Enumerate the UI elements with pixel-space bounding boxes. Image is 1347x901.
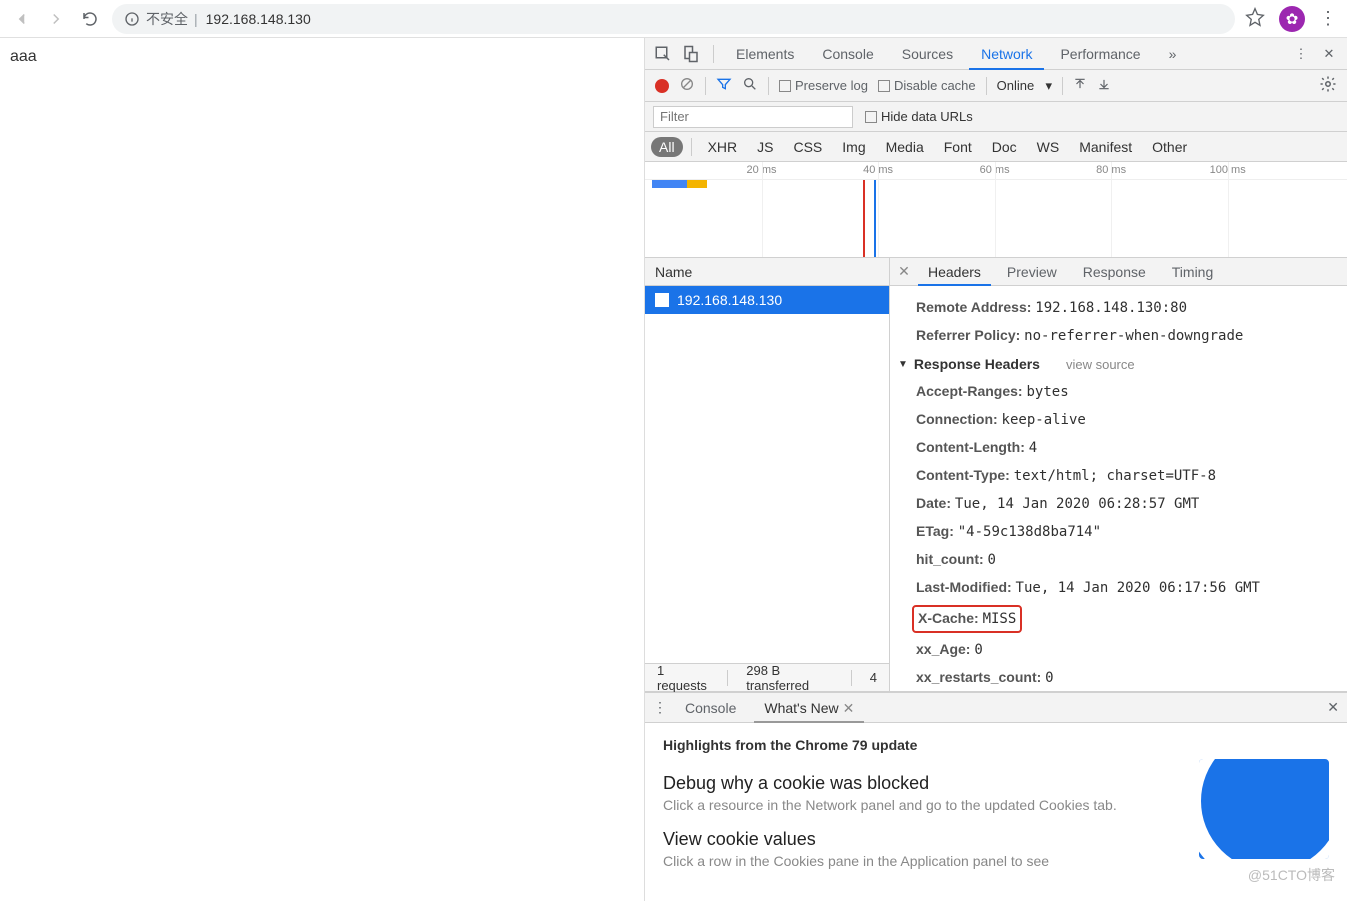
info-icon: [124, 11, 140, 27]
response-header-row: xx_restarts_count: 0: [898, 664, 1337, 691]
request-list: Name 192.168.148.130 1 requests 298 B tr…: [645, 258, 890, 691]
general-referrer-policy: Referrer Policy: no-referrer-when-downgr…: [898, 322, 1337, 350]
tab-sources[interactable]: Sources: [890, 38, 965, 70]
clear-button[interactable]: [679, 76, 695, 95]
feature-title: Debug why a cookie was blocked: [663, 773, 1179, 794]
whatsnew-heading: Highlights from the Chrome 79 update: [663, 737, 1329, 753]
devtools-menu-icon[interactable]: ⋮: [1289, 42, 1313, 66]
request-detail-pane: ✕ Headers Preview Response Timing Remote…: [890, 258, 1347, 691]
page-body: aaa: [0, 38, 645, 901]
back-button[interactable]: [10, 7, 34, 31]
devtools-drawer: ⋮ Console What's New✕ ✕ Highlights from …: [645, 692, 1347, 901]
feature-subtitle: Click a row in the Cookies pane in the A…: [663, 852, 1179, 871]
detail-tab-preview[interactable]: Preview: [997, 258, 1067, 286]
response-header-row: Accept-Ranges: bytes: [898, 378, 1337, 406]
response-header-row: Content-Length: 4: [898, 434, 1337, 462]
response-header-row: Content-Type: text/html; charset=UTF-8: [898, 462, 1337, 490]
feature-subtitle: Click a resource in the Network panel an…: [663, 796, 1179, 815]
tab-performance[interactable]: Performance: [1048, 38, 1152, 70]
type-filter-bar: All XHR JS CSS Img Media Font Doc WS Man…: [645, 132, 1347, 162]
download-har-icon[interactable]: [1097, 77, 1111, 94]
filter-xhr[interactable]: XHR: [700, 137, 746, 157]
preserve-log-checkbox[interactable]: Preserve log: [779, 78, 868, 93]
inspect-element-icon[interactable]: [651, 42, 675, 66]
filter-js[interactable]: JS: [749, 137, 781, 157]
detail-tab-headers[interactable]: Headers: [918, 258, 991, 286]
tab-elements[interactable]: Elements: [724, 38, 806, 70]
disable-cache-checkbox[interactable]: Disable cache: [878, 78, 976, 93]
response-headers-section[interactable]: ▼ Response Headers view source: [898, 350, 1337, 378]
drawer-menu-icon[interactable]: ⋮: [653, 699, 667, 716]
feature-thumbnail: [1199, 759, 1329, 859]
response-header-row: xx_Age: 0: [898, 636, 1337, 664]
record-button[interactable]: [655, 79, 669, 93]
url-text: 192.168.148.130: [206, 11, 311, 27]
drawer-tab-whatsnew[interactable]: What's New✕: [754, 693, 864, 723]
hide-data-urls-checkbox[interactable]: Hide data URLs: [865, 109, 973, 124]
feature-title: View cookie values: [663, 829, 1179, 850]
filter-font[interactable]: Font: [936, 137, 980, 157]
filter-css[interactable]: CSS: [785, 137, 830, 157]
general-remote-address: Remote Address: 192.168.148.130:80: [898, 294, 1337, 322]
bookmark-star-icon[interactable]: [1245, 7, 1265, 30]
filter-all[interactable]: All: [651, 137, 683, 157]
filter-input[interactable]: [653, 106, 853, 128]
response-header-row: Date: Tue, 14 Jan 2020 06:28:57 GMT: [898, 490, 1337, 518]
response-header-row: ETag: "4-59c138d8ba714": [898, 518, 1337, 546]
devtools-panel: Elements Console Sources Network Perform…: [645, 38, 1347, 901]
close-detail-icon[interactable]: ✕: [896, 263, 912, 280]
detail-tab-response[interactable]: Response: [1073, 258, 1156, 286]
filter-other[interactable]: Other: [1144, 137, 1195, 157]
page-text: aaa: [10, 48, 37, 65]
response-header-row: hit_count: 0: [898, 546, 1337, 574]
throttling-selector[interactable]: Online ▾: [997, 78, 1052, 94]
drawer-tab-console[interactable]: Console: [675, 693, 746, 723]
device-toggle-icon[interactable]: [679, 42, 703, 66]
document-icon: [655, 293, 669, 307]
devtools-tabstrip: Elements Console Sources Network Perform…: [645, 38, 1347, 70]
close-whatsnew-icon[interactable]: ✕: [843, 700, 855, 716]
reload-button[interactable]: [78, 7, 102, 31]
tabs-overflow[interactable]: »: [1157, 38, 1189, 70]
filter-doc[interactable]: Doc: [984, 137, 1025, 157]
response-header-row: X-Cache: MISS: [898, 602, 1337, 636]
address-bar[interactable]: 不安全 | 192.168.148.130: [112, 4, 1235, 34]
filter-manifest[interactable]: Manifest: [1071, 137, 1140, 157]
response-header-row: Connection: keep-alive: [898, 406, 1337, 434]
watermark: @51CTO博客: [1248, 865, 1335, 885]
network-settings-icon[interactable]: [1319, 75, 1337, 96]
request-row[interactable]: 192.168.148.130: [645, 286, 889, 314]
devtools-close-icon[interactable]: ✕: [1317, 42, 1341, 66]
search-icon[interactable]: [742, 76, 758, 95]
upload-har-icon[interactable]: [1073, 77, 1087, 94]
filter-img[interactable]: Img: [834, 137, 873, 157]
request-list-header[interactable]: Name: [645, 258, 889, 286]
filter-ws[interactable]: WS: [1029, 137, 1068, 157]
forward-button[interactable]: [44, 7, 68, 31]
browser-toolbar: 不安全 | 192.168.148.130 ✿ ⋮: [0, 0, 1347, 38]
tab-network[interactable]: Network: [969, 38, 1044, 70]
detail-tab-timing[interactable]: Timing: [1162, 258, 1224, 286]
profile-avatar[interactable]: ✿: [1279, 6, 1305, 32]
filter-bar: Hide data URLs: [645, 102, 1347, 132]
network-toolbar: Preserve log Disable cache Online ▾: [645, 70, 1347, 102]
network-status-bar: 1 requests 298 B transferred 4: [645, 663, 889, 691]
network-timeline[interactable]: 20 ms 40 ms 60 ms 80 ms 100 ms: [645, 162, 1347, 258]
tab-console[interactable]: Console: [810, 38, 885, 70]
filter-icon[interactable]: [716, 76, 732, 95]
filter-media[interactable]: Media: [878, 137, 932, 157]
insecure-label: 不安全: [146, 9, 188, 29]
chrome-menu-icon[interactable]: ⋮: [1319, 8, 1337, 29]
view-source-link[interactable]: view source: [1066, 357, 1135, 372]
response-header-row: Last-Modified: Tue, 14 Jan 2020 06:17:56…: [898, 574, 1337, 602]
drawer-close-icon[interactable]: ✕: [1327, 699, 1339, 716]
